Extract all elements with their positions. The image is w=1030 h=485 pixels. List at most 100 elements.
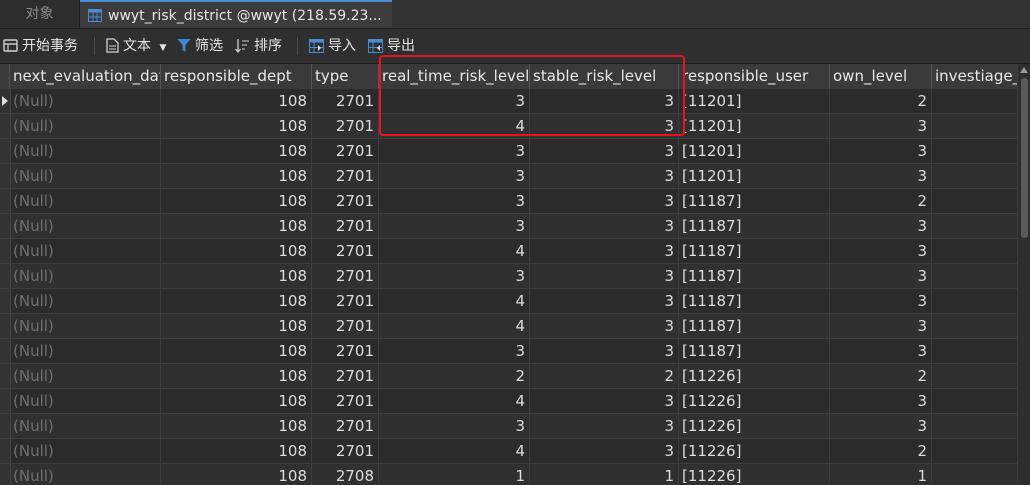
cell-next-evaluation-date[interactable]: (Null) xyxy=(10,164,161,188)
table-row[interactable]: (Null) 108 2701 4 3 [11187] 3 xyxy=(0,314,1017,339)
cell-own-level[interactable]: 1 xyxy=(830,464,932,485)
cell-next-evaluation-date[interactable]: (Null) xyxy=(10,139,161,163)
cell-real-time-risk-level[interactable]: 3 xyxy=(379,189,530,213)
cell-investiage[interactable] xyxy=(932,89,1017,113)
cell-own-level[interactable]: 2 xyxy=(830,439,932,463)
cell-investiage[interactable] xyxy=(932,439,1017,463)
text-view-button[interactable]: 文本 ▼ xyxy=(106,29,166,63)
cell-own-level[interactable]: 2 xyxy=(830,364,932,388)
table-row[interactable]: (Null) 108 2701 3 3 [11187] 3 xyxy=(0,339,1017,364)
cell-responsible-dept[interactable]: 108 xyxy=(161,214,312,238)
cell-investiage[interactable] xyxy=(932,339,1017,363)
cell-responsible-user[interactable]: [11187] xyxy=(679,314,830,338)
table-row[interactable]: (Null) 108 2701 4 3 [11226] 2 xyxy=(0,439,1017,464)
cell-stable-risk-level[interactable]: 3 xyxy=(530,214,679,238)
table-row[interactable]: (Null) 108 2701 2 2 [11226] 2 xyxy=(0,364,1017,389)
cell-investiage[interactable] xyxy=(932,114,1017,138)
cell-real-time-risk-level[interactable]: 4 xyxy=(379,314,530,338)
cell-responsible-dept[interactable]: 108 xyxy=(161,114,312,138)
cell-responsible-dept[interactable]: 108 xyxy=(161,414,312,438)
cell-type[interactable]: 2701 xyxy=(312,139,379,163)
cell-responsible-dept[interactable]: 108 xyxy=(161,264,312,288)
cell-own-level[interactable]: 3 xyxy=(830,414,932,438)
cell-responsible-user[interactable]: [11226] xyxy=(679,439,830,463)
column-header-responsible-dept[interactable]: responsible_dept xyxy=(161,64,312,89)
cell-responsible-user[interactable]: [11187] xyxy=(679,214,830,238)
cell-real-time-risk-level[interactable]: 3 xyxy=(379,214,530,238)
cell-type[interactable]: 2701 xyxy=(312,364,379,388)
begin-transaction-button[interactable]: 开始事务 xyxy=(3,29,78,63)
cell-responsible-dept[interactable]: 108 xyxy=(161,189,312,213)
cell-next-evaluation-date[interactable]: (Null) xyxy=(10,239,161,263)
cell-stable-risk-level[interactable]: 3 xyxy=(530,414,679,438)
cell-own-level[interactable]: 3 xyxy=(830,339,932,363)
table-row[interactable]: (Null) 108 2701 4 3 [11187] 3 xyxy=(0,289,1017,314)
tab-table-wwyt-risk-district[interactable]: wwyt_risk_district @wwyt (218.59.23... xyxy=(80,0,392,28)
cell-type[interactable]: 2701 xyxy=(312,414,379,438)
cell-next-evaluation-date[interactable]: (Null) xyxy=(10,414,161,438)
row-selector-header[interactable] xyxy=(0,64,10,89)
cell-own-level[interactable]: 3 xyxy=(830,289,932,313)
cell-type[interactable]: 2701 xyxy=(312,389,379,413)
column-header-own-level[interactable]: own_level xyxy=(830,64,932,89)
cell-responsible-dept[interactable]: 108 xyxy=(161,89,312,113)
cell-investiage[interactable] xyxy=(932,164,1017,188)
scroll-up-arrow-icon[interactable] xyxy=(1020,67,1028,73)
cell-responsible-user[interactable]: [11187] xyxy=(679,189,830,213)
table-row[interactable]: (Null) 108 2701 3 3 [11187] 2 xyxy=(0,189,1017,214)
cell-next-evaluation-date[interactable]: (Null) xyxy=(10,464,161,485)
vertical-scrollbar[interactable] xyxy=(1017,64,1030,485)
cell-real-time-risk-level[interactable]: 2 xyxy=(379,364,530,388)
cell-responsible-user[interactable]: [11201] xyxy=(679,89,830,113)
cell-responsible-dept[interactable]: 108 xyxy=(161,339,312,363)
cell-own-level[interactable]: 3 xyxy=(830,239,932,263)
cell-responsible-dept[interactable]: 108 xyxy=(161,464,312,485)
cell-real-time-risk-level[interactable]: 3 xyxy=(379,414,530,438)
cell-next-evaluation-date[interactable]: (Null) xyxy=(10,189,161,213)
cell-responsible-user[interactable]: [11201] xyxy=(679,139,830,163)
cell-responsible-user[interactable]: [11226] xyxy=(679,414,830,438)
cell-real-time-risk-level[interactable]: 3 xyxy=(379,164,530,188)
table-row[interactable]: (Null) 108 2701 4 3 [11226] 3 xyxy=(0,389,1017,414)
cell-investiage[interactable] xyxy=(932,364,1017,388)
cell-next-evaluation-date[interactable]: (Null) xyxy=(10,289,161,313)
cell-type[interactable]: 2701 xyxy=(312,114,379,138)
cell-investiage[interactable] xyxy=(932,189,1017,213)
cell-responsible-dept[interactable]: 108 xyxy=(161,439,312,463)
cell-real-time-risk-level[interactable]: 3 xyxy=(379,339,530,363)
cell-responsible-user[interactable]: [11226] xyxy=(679,364,830,388)
cell-responsible-dept[interactable]: 108 xyxy=(161,239,312,263)
cell-type[interactable]: 2701 xyxy=(312,289,379,313)
cell-next-evaluation-date[interactable]: (Null) xyxy=(10,214,161,238)
column-header-next-evaluation-date[interactable]: next_evaluation_date xyxy=(10,64,161,89)
cell-real-time-risk-level[interactable]: 3 xyxy=(379,139,530,163)
cell-responsible-user[interactable]: [11187] xyxy=(679,289,830,313)
column-header-type[interactable]: type xyxy=(312,64,379,89)
cell-real-time-risk-level[interactable]: 3 xyxy=(379,264,530,288)
tab-objects[interactable]: 对象 xyxy=(0,0,80,28)
cell-own-level[interactable]: 3 xyxy=(830,139,932,163)
cell-responsible-dept[interactable]: 108 xyxy=(161,389,312,413)
cell-own-level[interactable]: 3 xyxy=(830,314,932,338)
cell-investiage[interactable] xyxy=(932,314,1017,338)
cell-responsible-user[interactable]: [11201] xyxy=(679,164,830,188)
sort-button[interactable]: 排序 xyxy=(235,29,282,63)
cell-stable-risk-level[interactable]: 1 xyxy=(530,464,679,485)
chevron-down-icon[interactable]: ▼ xyxy=(159,43,166,53)
cell-stable-risk-level[interactable]: 2 xyxy=(530,364,679,388)
cell-responsible-dept[interactable]: 108 xyxy=(161,364,312,388)
cell-stable-risk-level[interactable]: 3 xyxy=(530,439,679,463)
cell-type[interactable]: 2701 xyxy=(312,439,379,463)
cell-responsible-dept[interactable]: 108 xyxy=(161,289,312,313)
cell-next-evaluation-date[interactable]: (Null) xyxy=(10,89,161,113)
cell-stable-risk-level[interactable]: 3 xyxy=(530,239,679,263)
cell-responsible-user[interactable]: [11226] xyxy=(679,389,830,413)
cell-real-time-risk-level[interactable]: 4 xyxy=(379,289,530,313)
cell-type[interactable]: 2701 xyxy=(312,214,379,238)
cell-type[interactable]: 2701 xyxy=(312,189,379,213)
column-header-responsible-user[interactable]: responsible_user xyxy=(679,64,830,89)
cell-stable-risk-level[interactable]: 3 xyxy=(530,164,679,188)
cell-investiage[interactable] xyxy=(932,214,1017,238)
cell-next-evaluation-date[interactable]: (Null) xyxy=(10,114,161,138)
cell-stable-risk-level[interactable]: 3 xyxy=(530,389,679,413)
